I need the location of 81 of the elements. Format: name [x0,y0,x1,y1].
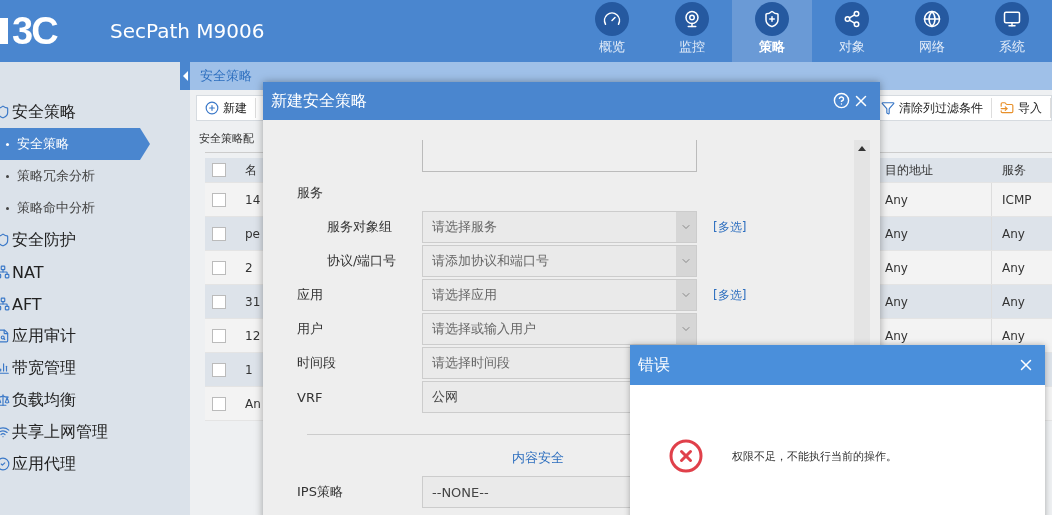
field-label: 协议/端口号 [326,252,398,270]
breadcrumb: 安全策略 [200,67,252,85]
help-icon[interactable] [833,92,850,109]
checkbox[interactable] [212,226,226,241]
plus-circle-icon [205,101,219,115]
document-icon [0,329,10,343]
sidebar-item[interactable]: 应用审计 [0,320,180,352]
field-label: 用户 [297,320,324,338]
shield-icon [0,233,10,247]
table-cell-text: pe [244,226,260,241]
collapse-button[interactable] [180,62,190,90]
table-cell-text: Any [1001,226,1025,241]
select-field[interactable]: 请选择服务 [422,211,697,243]
field-label: VRF [297,389,324,405]
shield-icon [0,105,10,119]
multi-select-link[interactable]: [多选] [713,218,747,236]
column-header: 目的地址 [884,161,933,179]
network-icon [0,297,10,311]
checkbox[interactable] [212,294,226,309]
table-cell-text: 31 [244,294,261,309]
select-field[interactable]: 请添加协议和端口号 [422,245,697,277]
sidebar-item[interactable]: NAT [0,256,180,288]
webcam-icon [683,10,701,28]
table-cell-text: Any [1001,328,1025,343]
sidebar-item[interactable]: 带宽管理 [0,352,180,384]
checkbox[interactable] [212,396,226,411]
sidebar-item[interactable]: 安全策略 [0,96,180,128]
toolbar-button[interactable]: 导入 [992,98,1051,118]
text-area-field[interactable] [422,140,697,172]
checkbox[interactable] [212,163,226,177]
checkbox[interactable] [212,260,226,275]
select-field[interactable]: 请选择或输入用户 [422,313,697,345]
field-label: IPS策略 [297,483,344,501]
column-header: 名 [244,161,257,179]
section-heading: 内容安全 [512,449,564,467]
sidebar-item[interactable]: 共享上网管理 [0,416,180,448]
shield-icon [763,10,781,28]
field-label: 服务对象组 [326,218,393,236]
scale-icon [0,393,10,407]
table-cell-text: Any [1001,260,1025,275]
field-label: 服务 [297,184,324,202]
sidebar-item[interactable]: 负载均衡 [0,384,180,416]
gauge-icon [603,10,621,28]
network-icon [0,265,10,279]
monitor-icon [1003,10,1021,28]
multi-select-link[interactable]: [多选] [713,286,747,304]
table-cell-text: 2 [244,260,253,275]
sidebar-subitem[interactable]: 策略冗余分析 [0,160,150,192]
logo: 3C [12,9,57,53]
error-message: 权限不足，不能执行当前的操作。 [732,448,897,464]
select-field[interactable]: 请选择应用 [422,279,697,311]
sidebar-item[interactable]: AFT [0,288,180,320]
table-caption: 安全策略配 [199,131,255,146]
product-name: SecPath M9006 [110,19,266,43]
table-cell-text: Any [1001,294,1025,309]
toolbar-button[interactable]: 新建 [197,98,256,118]
logo-mark-icon [0,18,8,44]
column-header: 服务 [1001,161,1026,179]
globe-icon [923,10,941,28]
bar-chart-icon [0,361,10,375]
dialog-title: 新建安全策略 [271,90,367,112]
dialog-title: 错误 [638,354,670,376]
checkbox[interactable] [212,328,226,343]
sidebar-subitem[interactable]: 策略命中分析 [0,192,150,224]
table-cell-text: An [244,396,261,411]
filter-icon [881,101,895,115]
table-cell-text: ICMP [1001,192,1032,207]
checkbox[interactable] [212,362,226,377]
field-label: 时间段 [297,354,337,372]
table-cell-text: 14 [244,192,261,207]
sidebar-item[interactable]: 安全防护 [0,224,180,256]
share-icon [843,10,861,28]
checkbox[interactable] [212,192,226,207]
sidebar-item[interactable]: 应用代理 [0,448,180,480]
table-cell-text: 12 [244,328,261,343]
table-cell-text: 1 [244,362,253,377]
field-label: 应用 [297,286,324,304]
wifi-icon [0,425,10,439]
folder-icon [1000,101,1014,115]
error-icon [668,438,704,474]
sidebar-subitem[interactable]: 安全策略 [0,128,150,160]
